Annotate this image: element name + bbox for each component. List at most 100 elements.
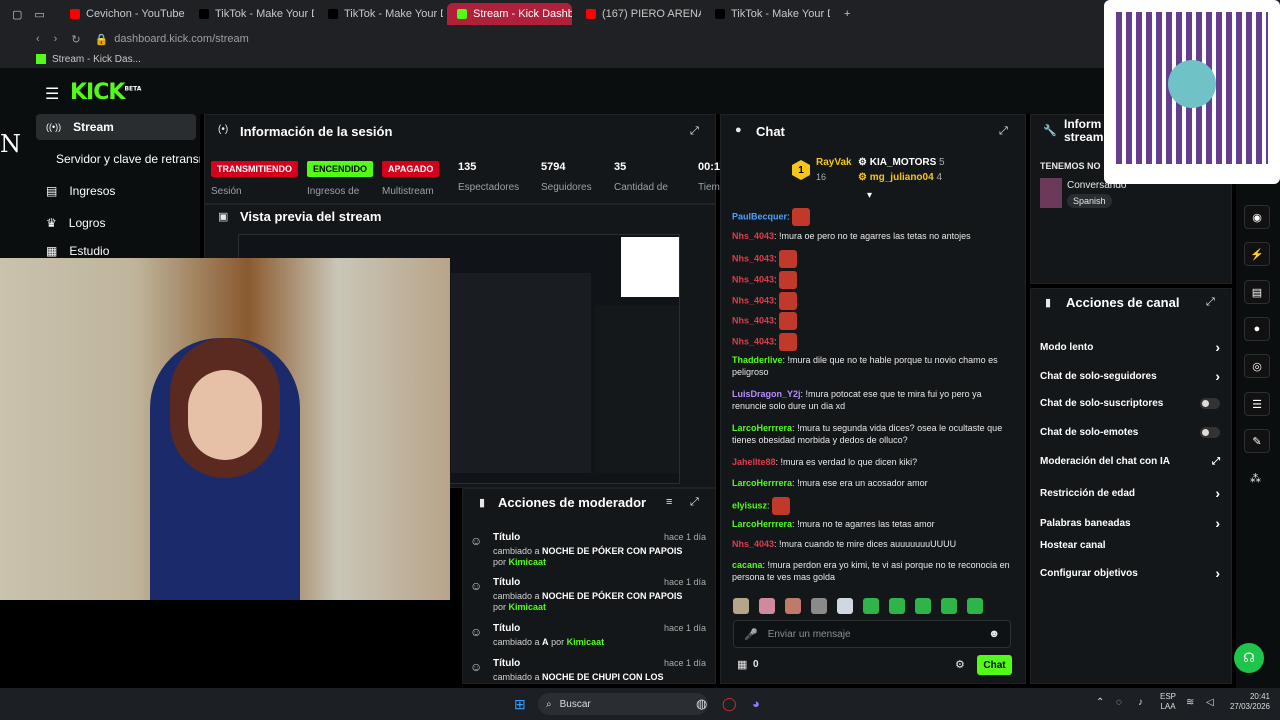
wrench-icon[interactable]: ✎ <box>1244 429 1270 453</box>
channel-action-item[interactable]: Chat de solo-emotes <box>1040 427 1220 438</box>
chat-message[interactable]: Nhs_4043: !mura cuando te mire dices auu… <box>732 538 1012 550</box>
nodes-icon[interactable]: ⁂ <box>1250 472 1261 485</box>
chat-message[interactable]: LarcoHerrrera: !mura ese era un acosador… <box>732 477 1012 489</box>
channel-action-item[interactable]: Moderación del chat con IA ⤢ <box>1040 456 1220 467</box>
chat-username[interactable]: Nhs_4043 <box>732 274 774 284</box>
bookmark-item[interactable]: Stream - Kick Das... <box>52 54 141 65</box>
emote-picker-icon[interactable] <box>733 598 749 614</box>
chat-username[interactable]: LuisDragon_Y2j <box>732 389 801 399</box>
opera-icon[interactable]: ◯ <box>722 696 737 712</box>
chat-username[interactable]: Nhs_4043 <box>732 315 774 325</box>
settings-icon[interactable]: ⚙ <box>955 658 965 671</box>
broadcast-icon[interactable]: ◎ <box>1244 354 1270 378</box>
chat-username[interactable]: PaulBecquer <box>732 211 787 221</box>
chat-username[interactable]: Nhs_4043 <box>732 539 774 549</box>
tab-list-icon[interactable]: ▭ <box>34 8 44 21</box>
chat-username[interactable]: Nhs_4043 <box>732 253 774 263</box>
browser-tab[interactable]: (167) PIERO ARENA - You <box>576 3 701 25</box>
chat-username[interactable]: Nhs_4043 <box>732 336 774 346</box>
emoji-icon[interactable]: ☻ <box>988 628 1000 640</box>
store-icon[interactable]: ▦ <box>737 658 747 671</box>
volume-icon[interactable]: ◁ <box>1206 697 1214 708</box>
emote-picker-icon[interactable] <box>863 598 879 614</box>
chat-message[interactable]: Nhs_4043: <box>732 271 1012 289</box>
discord-icon[interactable]: ◕ <box>752 696 760 711</box>
windows-start-icon[interactable]: ⊞ <box>514 696 526 713</box>
chat-message[interactable]: elyisusz: <box>732 497 1012 515</box>
log-user[interactable]: Kimicaat <box>509 602 547 612</box>
chat-username[interactable]: Thadderlive <box>732 355 783 365</box>
nav-item-estudio[interactable]: ▦ Estudio <box>36 244 196 258</box>
channel-action-item[interactable]: Hostear canal <box>1040 540 1220 551</box>
nav-item-logros[interactable]: ♛ Logros <box>36 210 196 236</box>
expand-icon[interactable]: ⤢ <box>690 125 699 138</box>
gifter-3[interactable]: ⚙ mg_juliano04 4 <box>858 172 942 183</box>
expand-icon[interactable]: ⤢ <box>999 125 1008 138</box>
list-icon[interactable]: ☰ <box>1244 392 1270 416</box>
new-tab-button[interactable]: + <box>844 8 850 20</box>
browser-tab[interactable]: TikTok - Make Your Day <box>318 3 443 25</box>
log-user[interactable]: Kimicaat <box>567 637 605 647</box>
log-user[interactable]: Kimicaat <box>509 557 547 567</box>
nav-item-server-key[interactable]: Servidor y clave de retransm <box>46 146 200 172</box>
microphone-icon[interactable]: 🎤 <box>744 628 758 641</box>
chat-message[interactable]: Thadderlive: !mura dile que no te hable … <box>732 354 1012 378</box>
chat-input-placeholder[interactable]: Enviar un mensaje <box>768 629 979 640</box>
browser-tab[interactable]: Cevichon - YouTube <box>60 3 185 25</box>
profile-icon[interactable]: ▢ <box>12 8 22 21</box>
help-headset-icon[interactable]: ☊ <box>1234 643 1264 673</box>
browser-tab[interactable]: TikTok - Make Your Day <box>705 3 830 25</box>
expand-icon[interactable]: ⤢ <box>1206 296 1215 309</box>
emote-picker-icon[interactable] <box>915 598 931 614</box>
channel-action-item[interactable]: Modo lento › <box>1040 339 1220 355</box>
network-icon[interactable]: ◌ <box>1116 697 1122 708</box>
chat-username[interactable]: Nhs_4043 <box>732 231 774 241</box>
emote-picker-icon[interactable] <box>811 598 827 614</box>
chat-message[interactable]: cacana: !mura perdon era yo kimi, te vi … <box>732 559 1012 583</box>
chat-input-box[interactable]: 🎤 Enviar un mensaje ☻ <box>733 620 1011 648</box>
expand-icon[interactable]: ⤢ <box>690 496 699 509</box>
chat-username[interactable]: LarcoHerrrera <box>732 519 792 529</box>
chat-message[interactable]: Jahellte88: !mura es verdad lo que dicen… <box>732 456 1012 468</box>
collapse-chevron-icon[interactable]: ▾ <box>867 190 872 201</box>
chat-message[interactable]: Nhs_4043: !mura oe pero no te agarres la… <box>732 230 1012 242</box>
chat-message[interactable]: Nhs_4043: <box>732 312 1012 330</box>
camera-icon[interactable]: ◉ <box>1244 205 1270 229</box>
toggle-switch[interactable] <box>1200 398 1220 409</box>
chrome-icon[interactable]: ◍ <box>696 696 707 712</box>
chat-send-button[interactable]: Chat <box>977 655 1012 675</box>
chat-username[interactable]: Nhs_4043 <box>732 295 774 305</box>
chat-message[interactable]: Nhs_4043: <box>732 292 1012 310</box>
nav-item-ingresos[interactable]: ▤ Ingresos <box>36 178 196 204</box>
browser-tab[interactable]: TikTok - Make Your Day <box>189 3 314 25</box>
wifi-icon[interactable]: ≋ <box>1186 697 1194 708</box>
chat-username[interactable]: Jahellte88 <box>732 457 776 467</box>
emote-picker-icon[interactable] <box>759 598 775 614</box>
chat-username[interactable]: elyisusz <box>732 500 767 510</box>
emote-picker-icon[interactable] <box>967 598 983 614</box>
toggle-switch[interactable] <box>1200 427 1220 438</box>
mic-tray-icon[interactable]: ♪ <box>1138 697 1143 708</box>
emote-picker-icon[interactable] <box>941 598 957 614</box>
chat-message[interactable]: Nhs_4043: <box>732 250 1012 268</box>
chat-bubble-icon[interactable]: ● <box>1244 317 1270 341</box>
channel-action-item[interactable]: Palabras baneadas › <box>1040 515 1220 531</box>
chat-message[interactable]: LarcoHerrrera: !mura no te agarres las t… <box>732 518 1012 530</box>
emote-picker-icon[interactable] <box>889 598 905 614</box>
filter-icon[interactable]: ≡ <box>666 496 672 508</box>
document-icon[interactable]: ▤ <box>1244 280 1270 304</box>
taskbar-search[interactable]: ⌕ Buscar <box>538 693 708 715</box>
top-gifter-name[interactable]: RayVak <box>816 157 852 168</box>
browser-tab[interactable]: Stream - Kick Dashboard <box>447 3 572 25</box>
chat-message[interactable]: LuisDragon_Y2j: !mura potocat ese que te… <box>732 388 1012 412</box>
chat-message[interactable]: PaulBecquer: <box>732 208 1012 226</box>
reload-icon[interactable]: ↻ <box>71 33 80 46</box>
lightning-icon[interactable]: ⚡ <box>1244 242 1270 266</box>
url-field[interactable]: dashboard.kick.com/stream <box>114 33 249 45</box>
channel-action-item[interactable]: Chat de solo-suscriptores <box>1040 398 1220 409</box>
channel-action-item[interactable]: Configurar objetivos › <box>1040 565 1220 581</box>
channel-action-item[interactable]: Restricción de edad › <box>1040 485 1220 501</box>
chat-username[interactable]: cacana <box>732 560 763 570</box>
forward-icon[interactable]: › <box>54 33 58 45</box>
channel-action-item[interactable]: Chat de solo-seguidores › <box>1040 368 1220 384</box>
